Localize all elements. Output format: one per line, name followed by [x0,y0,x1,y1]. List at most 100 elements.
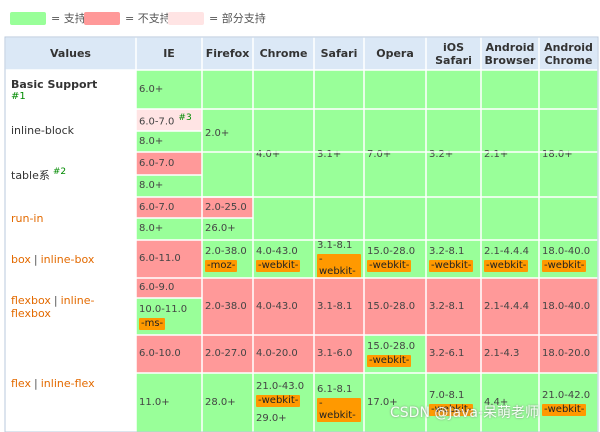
support-cell-ie-basic: 6.0+ [136,70,202,109]
version-text: 15.0-28.0 [367,341,416,352]
vendor-prefix-badge: -moz- [205,260,238,272]
version-line: 7.0-8.1 [429,390,464,402]
feature-separator: | [33,252,38,266]
version-text: 8.0+ [139,180,164,191]
version-text: 6.0-7.0 [139,201,175,213]
support-cell-ff-fx-1: 2.0-27.0 [202,335,253,373]
version-line: 4.0-43.0 [256,246,298,258]
support-cell-ff-fb: 2.0-38.0 [202,278,253,335]
version-line: 4.0-20.0 [256,348,298,360]
support-cell-ff-fx-2: 28.0+ [202,373,253,432]
version-line: 2.1-4.3 [484,348,519,360]
version-text: 3.2-8.1 [429,246,465,257]
version-text: 4.0-43.0 [256,300,298,312]
version-line: 18.0-40.0 [542,246,590,258]
support-cell-ac-fb: 18.0-40.0 [539,278,598,335]
version-line: 8.0+ [139,180,163,192]
feature-basic: Basic Support #1 [5,70,136,109]
version-text: 18.0-40.0 [542,300,591,312]
version-text: 28.0+ [205,396,236,408]
column-header-label: iOS Safari [435,40,472,67]
version-text: 4.0+ [256,149,281,160]
version-line: 2.1-4.4.4 [484,246,529,258]
support-cell-ff-ri-1: 2.0-25.0 [202,197,253,218]
column-header: Chrome [253,37,314,70]
version-line: 18.0-40.0 [542,301,590,313]
version-text: 21.0-42.0 [542,389,591,401]
support-cell-sa-box: 3.1-8.1 -webkit- [314,240,364,278]
support-cell-op-box: 15.0-28.0 -webkit- [364,240,426,278]
support-cell-sa-fx-2: 6.1-8.1 -webkit- [314,373,364,432]
feature-flexbox: flexbox | inline-flexbox [5,278,136,335]
column-header-label: Values [50,47,91,60]
feature-flex: flex | inline-flex [5,335,136,432]
support-cell-ac-fx-2: 21.0-42.0 -webkit- [539,373,598,432]
feature-separator: | [53,293,58,307]
support-cell-ios-box: 3.2-8.1 -webkit- [426,240,481,278]
vendor-prefix-badge: -webkit- [484,260,529,272]
version-text: 8.0+ [139,135,164,147]
support-cell-ac-top: 18.0+ [539,70,598,240]
feature-text-alt: inline-box [40,252,95,266]
support-cell-ie-tb-2: 8.0+ [136,175,202,197]
column-header: Opera [364,37,426,70]
version-line: 6.0-10.0 [139,348,181,360]
support-cell-ff-top: 2.0+ [202,70,253,197]
version-text: 18.0-40.0 [542,246,591,257]
column-header: Firefox [202,37,253,70]
version-line: 3.1-8.1 [317,240,352,252]
version-line: 2.0-25.0 [205,202,247,214]
feature-text: flex [11,377,32,390]
version-line: 6.0+ [139,84,163,96]
version-line: 28.0+ [205,397,236,409]
version-text: 21.0-43.0 [256,380,305,392]
version-text: 3.1+ [317,149,342,160]
support-cell-sa-fx-1: 3.1-6.0 [314,335,364,373]
column-header: Android Chrome [539,37,598,70]
vendor-prefix-badge: -webkit- [256,260,301,272]
feature-inline-block: inline-block [5,109,136,152]
column-header-label: Android Browser [484,40,536,67]
feature-label: table系 #2 [11,167,66,183]
version-text: 3.2+ [429,149,454,160]
version-text: 2.0-25.0 [205,201,247,213]
version-line: 21.0-43.0 [256,381,304,393]
version-text: 2.0-38.0 [205,246,247,257]
column-header-label: Firefox [205,47,250,60]
feature-note: #1 [11,90,26,102]
version-line: 10.0-11.0 [139,304,187,316]
support-cell-ac-fx-1: 18.0-20.0 [539,335,598,373]
column-header-label: IE [163,47,175,60]
support-cell-ie-fx-2: 11.0+ [136,373,202,432]
vendor-prefix-badge: -ms- [139,317,166,330]
feature-label: run-in [11,212,43,225]
vendor-prefix-badge: -webkit- [317,397,361,422]
version-line: 6.0-7.0 #3 [139,112,192,128]
column-header: IE [136,37,202,70]
vendor-prefix-badge: -webkit- [429,260,474,272]
column-header: Android Browser [481,37,539,70]
version-line: 2.0+ [205,128,229,140]
footnote-marker: #3 [178,112,192,123]
version-text: 11.0+ [139,396,170,408]
feature-text-alt: inline-flex [40,377,95,390]
feature-separator: | [34,377,38,390]
version-text: 4.0-20.0 [256,348,298,359]
version-text: 2.0+ [205,127,230,139]
version-text: 2.0-27.0 [205,348,247,359]
support-cell-ff-ri-2: 26.0+ [202,218,253,240]
vendor-prefix-badge: -webkit- [542,260,587,272]
vendor-prefix-badge: -webkit- [317,254,361,278]
version-line: 6.0-11.0 [139,253,181,265]
version-text: 6.0-10.0 [139,348,181,359]
version-text: 6.0-7.0 [139,116,175,128]
support-cell-ff-box: 2.0-38.0 -moz- [202,240,253,278]
version-text: 4.0-43.0 [256,246,298,257]
column-header: Safari [314,37,364,70]
version-text: 6.0-9.0 [139,282,175,293]
feature-text: run-in [11,212,44,225]
version-line: 4.0-43.0 [256,301,298,313]
version-line: 15.0-28.0 [367,301,415,313]
support-cell-ios-fb: 3.2-8.1 [426,278,481,335]
support-cell-ab-top: 2.1+ [481,70,539,240]
